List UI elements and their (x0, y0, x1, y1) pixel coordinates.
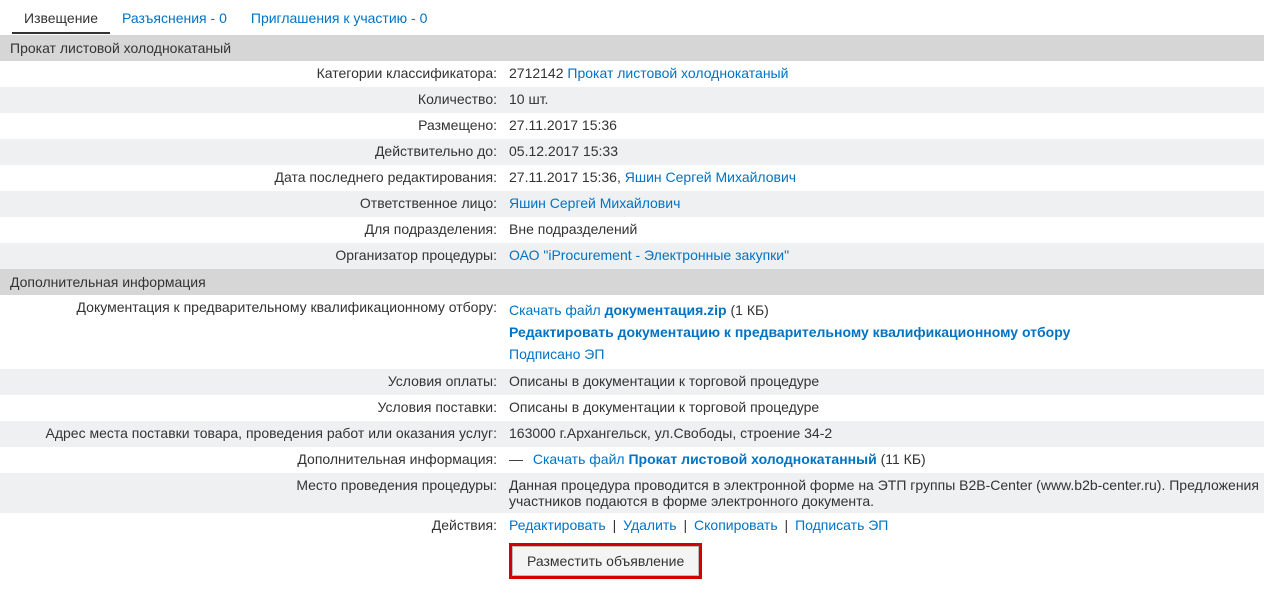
extra-download-prefix: Скачать файл (533, 451, 629, 467)
value-responsible: Яшин Сергей Михайлович (505, 191, 1264, 217)
label-extra-info: Дополнительная информация: (0, 447, 505, 473)
classifier-code: 2712142 (509, 65, 564, 81)
classifier-link[interactable]: Прокат листовой холоднокатаный (567, 65, 788, 81)
docs-edit-link[interactable]: Редактировать документацию к предварител… (509, 324, 1070, 340)
section-header-main: Прокат листовой холоднокатаный (0, 35, 1264, 61)
extra-dash: — (509, 451, 529, 467)
value-last-edit: 27.11.2017 15:36, Яшин Сергей Михайлович (505, 165, 1264, 191)
main-info-table: Категории классификатора: 2712142 Прокат… (0, 61, 1264, 269)
value-placed: 27.11.2017 15:36 (505, 113, 1264, 139)
value-docs: Скачать файл документация.zip (1 КБ) Ред… (505, 295, 1264, 369)
responsible-link[interactable]: Яшин Сергей Михайлович (509, 195, 680, 211)
download-size: (1 КБ) (730, 302, 768, 318)
section-header-extra: Дополнительная информация (0, 269, 1264, 295)
download-filename: документация.zip (605, 302, 727, 318)
publish-row: Разместить объявление (0, 539, 1264, 583)
actions-sep1: | (606, 517, 623, 533)
value-actions: Редактировать | Удалить | Скопировать | … (505, 513, 1264, 539)
download-prefix: Скачать файл (509, 302, 605, 318)
tab-notice[interactable]: Извещение (12, 4, 110, 34)
label-organizer: Организатор процедуры: (0, 243, 505, 269)
tab-clarifications[interactable]: Разъяснения - 0 (110, 4, 239, 34)
label-placed: Размещено: (0, 113, 505, 139)
publish-highlight: Разместить объявление (509, 543, 702, 579)
label-last-edit: Дата последнего редактирования: (0, 165, 505, 191)
value-division: Вне подразделений (505, 217, 1264, 243)
label-docs: Документация к предварительному квалифик… (0, 295, 505, 369)
tab-invitations[interactable]: Приглашения к участию - 0 (239, 4, 440, 34)
value-organizer: ОАО "iProcurement - Электронные закупки" (505, 243, 1264, 269)
actions-sep3: | (778, 517, 795, 533)
docs-download-link[interactable]: Скачать файл документация.zip (509, 302, 730, 318)
label-division: Для подразделения: (0, 217, 505, 243)
extra-download-link[interactable]: Скачать файл Прокат листовой холодноката… (533, 451, 881, 467)
publish-button[interactable]: Разместить объявление (512, 546, 699, 576)
action-copy-link[interactable]: Скопировать (694, 517, 778, 533)
label-address: Адрес места поставки товара, проведения … (0, 421, 505, 447)
organizer-link[interactable]: ОАО "iProcurement - Электронные закупки" (509, 247, 789, 263)
label-responsible: Ответственное лицо: (0, 191, 505, 217)
value-place: Данная процедура проводится в электронно… (505, 473, 1264, 513)
value-valid-until: 05.12.2017 15:33 (505, 139, 1264, 165)
label-actions: Действия: (0, 513, 505, 539)
label-classifier: Категории классификатора: (0, 61, 505, 87)
label-delivery-terms: Условия поставки: (0, 395, 505, 421)
extra-download-size: (11 КБ) (881, 451, 926, 467)
action-delete-link[interactable]: Удалить (623, 517, 676, 533)
value-delivery-terms: Описаны в документации к торговой процед… (505, 395, 1264, 421)
label-pay-terms: Условия оплаты: (0, 369, 505, 395)
extra-info-table: Документация к предварительному квалифик… (0, 295, 1264, 539)
value-classifier: 2712142 Прокат листовой холоднокатаный (505, 61, 1264, 87)
action-edit-link[interactable]: Редактировать (509, 517, 606, 533)
label-valid-until: Действительно до: (0, 139, 505, 165)
tabs-bar: Извещение Разъяснения - 0 Приглашения к … (0, 0, 1264, 35)
action-sign-link[interactable]: Подписать ЭП (795, 517, 888, 533)
value-extra-info: — Скачать файл Прокат листовой холоднока… (505, 447, 1264, 473)
docs-signed-link[interactable]: Подписано ЭП (509, 346, 604, 362)
last-edit-date: 27.11.2017 15:36, (509, 169, 621, 185)
actions-sep2: | (677, 517, 694, 533)
value-quantity: 10 шт. (505, 87, 1264, 113)
label-quantity: Количество: (0, 87, 505, 113)
last-edit-person-link[interactable]: Яшин Сергей Михайлович (625, 169, 796, 185)
value-pay-terms: Описаны в документации к торговой процед… (505, 369, 1264, 395)
label-place: Место проведения процедуры: (0, 473, 505, 513)
value-address: 163000 г.Архангельск, ул.Свободы, строен… (505, 421, 1264, 447)
extra-download-filename: Прокат листовой холоднокатанный (628, 451, 876, 467)
